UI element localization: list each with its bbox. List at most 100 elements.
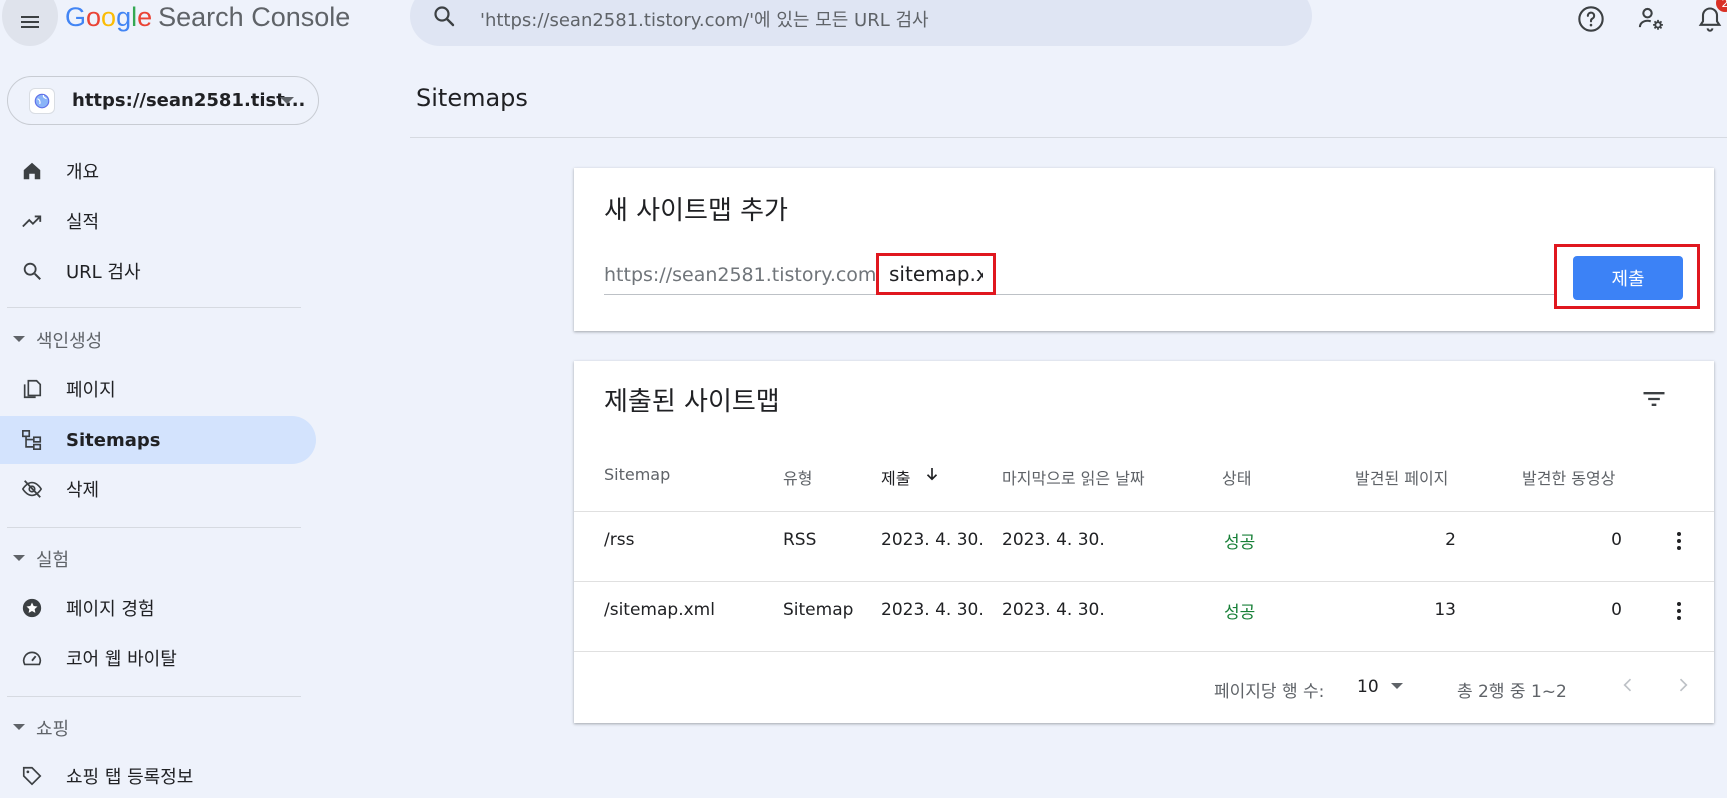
sidebar-item-label: 삭제: [66, 480, 100, 501]
main-menu-button[interactable]: [2, 0, 58, 46]
dropdown-arrow-icon: [280, 97, 294, 104]
cell-status: 성공: [1224, 603, 1256, 623]
eye-off-icon: [20, 477, 44, 501]
sidebar-item-label: 페이지 경험: [66, 599, 155, 620]
sidebar-divider: [7, 696, 301, 697]
column-type[interactable]: 유형: [783, 465, 812, 489]
submit-highlight-box: 제출: [1554, 244, 1700, 309]
sidebar-item-pages[interactable]: 페이지: [0, 365, 316, 413]
more-vert-icon: [1677, 602, 1681, 620]
page-title: Sitemaps: [416, 84, 528, 112]
globe-icon: [29, 88, 55, 114]
cell-submitted: 2023. 4. 30.: [881, 530, 984, 550]
section-label: 색인생성: [36, 331, 103, 352]
star-badge-icon: [20, 596, 44, 620]
cell-sitemap: /rss: [604, 530, 635, 550]
sitemap-url-prefix: https://sean2581.tistory.com/: [604, 264, 883, 286]
sitemap-icon: [20, 428, 44, 452]
cell-last-read: 2023. 4. 30.: [1002, 530, 1105, 550]
hamburger-menu-icon: [21, 16, 39, 28]
sidebar-item-sitemaps[interactable]: Sitemaps: [0, 416, 316, 464]
collapse-arrow-icon: [13, 336, 25, 342]
product-name: Search Console: [158, 2, 351, 32]
row-more-options-button[interactable]: [1667, 599, 1691, 623]
sidebar-item-overview[interactable]: 개요: [0, 147, 316, 195]
previous-page-button[interactable]: [1616, 673, 1640, 697]
more-vert-icon: [1677, 532, 1681, 550]
sidebar-section-shopping[interactable]: 쇼핑: [0, 707, 316, 747]
sidebar-item-removals[interactable]: 삭제: [0, 465, 316, 513]
add-sitemap-title: 새 사이트맵 추가: [604, 196, 788, 226]
section-label: 실험: [36, 550, 70, 571]
sidebar-section-indexing[interactable]: 색인생성: [0, 319, 316, 359]
search-icon: [434, 6, 455, 27]
property-url: https://sean2581.tist...: [72, 90, 306, 111]
sidebar-item-label: URL 검사: [66, 262, 141, 283]
row-more-options-button[interactable]: [1667, 529, 1691, 553]
collapse-arrow-icon: [13, 724, 25, 730]
sidebar-item-performance[interactable]: 실적: [0, 197, 316, 245]
cell-videos: 0: [1611, 530, 1622, 550]
chevron-left-icon: [1623, 678, 1632, 692]
rows-per-page-select[interactable]: 10: [1357, 677, 1379, 697]
column-submitted[interactable]: 제출: [881, 465, 910, 489]
tag-icon: [20, 764, 44, 788]
chevron-right-icon: [1679, 678, 1688, 692]
cell-type: Sitemap: [783, 600, 854, 620]
column-last-read[interactable]: 마지막으로 읽은 날짜: [1002, 465, 1145, 489]
rows-per-page-label: 페이지당 행 수:: [1214, 682, 1325, 702]
sidebar-divider: [7, 527, 301, 528]
help-button[interactable]: [1576, 4, 1606, 34]
sidebar-section-experience[interactable]: 실험: [0, 538, 316, 578]
product-logo[interactable]: Google Search Console: [65, 2, 350, 33]
sidebar-item-page-experience[interactable]: 페이지 경험: [0, 584, 316, 632]
row-divider: [574, 581, 1714, 582]
search-icon: [20, 259, 44, 283]
row-divider: [574, 651, 1714, 652]
cell-videos: 0: [1611, 600, 1622, 620]
next-page-button[interactable]: [1671, 673, 1695, 697]
column-sitemap[interactable]: Sitemap: [604, 465, 670, 484]
cell-pages: 2: [1445, 530, 1456, 550]
sidebar-item-label: 개요: [66, 162, 100, 183]
submitted-sitemaps-title: 제출된 사이트맵: [604, 387, 780, 417]
sidebar-item-label: 쇼핑 탭 등록정보: [66, 767, 194, 788]
sidebar-item-core-web-vitals[interactable]: 코어 웹 바이탈: [0, 634, 316, 682]
column-discovered-videos[interactable]: 발견한 동영상: [1522, 465, 1615, 489]
cell-last-read: 2023. 4. 30.: [1002, 600, 1105, 620]
trending-up-icon: [20, 209, 44, 233]
google-wordmark: Google: [65, 2, 153, 32]
sidebar-divider: [7, 307, 301, 308]
sitemap-url-input[interactable]: [876, 253, 996, 295]
column-status[interactable]: 상태: [1222, 465, 1251, 489]
user-settings-button[interactable]: [1636, 4, 1666, 34]
sidebar-item-label: 페이지: [66, 380, 116, 401]
sidebar-item-label: 실적: [66, 212, 100, 233]
help-icon: [1578, 6, 1604, 32]
sidebar-item-shopping-tab-listings[interactable]: 쇼핑 탭 등록정보: [0, 752, 316, 798]
sidebar-item-label: 코어 웹 바이탈: [66, 649, 177, 670]
search-placeholder: 'https://sean2581.tistory.com/'에 있는 모든 U…: [480, 10, 929, 31]
collapse-arrow-icon: [13, 555, 25, 561]
row-divider: [574, 511, 1714, 512]
pagination-range: 총 2행 중 1~2: [1457, 682, 1567, 702]
cell-pages: 13: [1434, 600, 1456, 620]
property-selector[interactable]: https://sean2581.tist...: [7, 76, 319, 125]
section-label: 쇼핑: [36, 719, 70, 740]
filter-icon[interactable]: [1640, 385, 1668, 413]
submitted-sitemaps-card: 제출된 사이트맵 Sitemap 유형 제출 마지막으로 읽은 날짜 상태 발견…: [574, 361, 1714, 723]
cell-type: RSS: [783, 530, 817, 550]
sidebar-item-label: Sitemaps: [66, 429, 161, 451]
column-discovered-pages[interactable]: 발견된 페이지: [1355, 465, 1448, 489]
cell-submitted: 2023. 4. 30.: [881, 600, 984, 620]
top-app-bar: Google Search Console 'https://sean2581.t…: [0, 0, 1727, 60]
home-icon: [20, 159, 44, 183]
manage-accounts-icon: [1638, 7, 1663, 30]
dropdown-arrow-icon[interactable]: [1391, 683, 1403, 689]
sidebar-item-url-inspection[interactable]: URL 검사: [0, 247, 316, 295]
submit-button[interactable]: 제출: [1573, 256, 1683, 300]
sort-descending-icon[interactable]: [923, 465, 941, 483]
cell-sitemap: /sitemap.xml: [604, 600, 715, 620]
add-sitemap-card: 새 사이트맵 추가 https://sean2581.tistory.com/ …: [574, 168, 1714, 331]
url-inspection-search-bar[interactable]: 'https://sean2581.tistory.com/'에 있는 모든 U…: [410, 0, 1312, 46]
